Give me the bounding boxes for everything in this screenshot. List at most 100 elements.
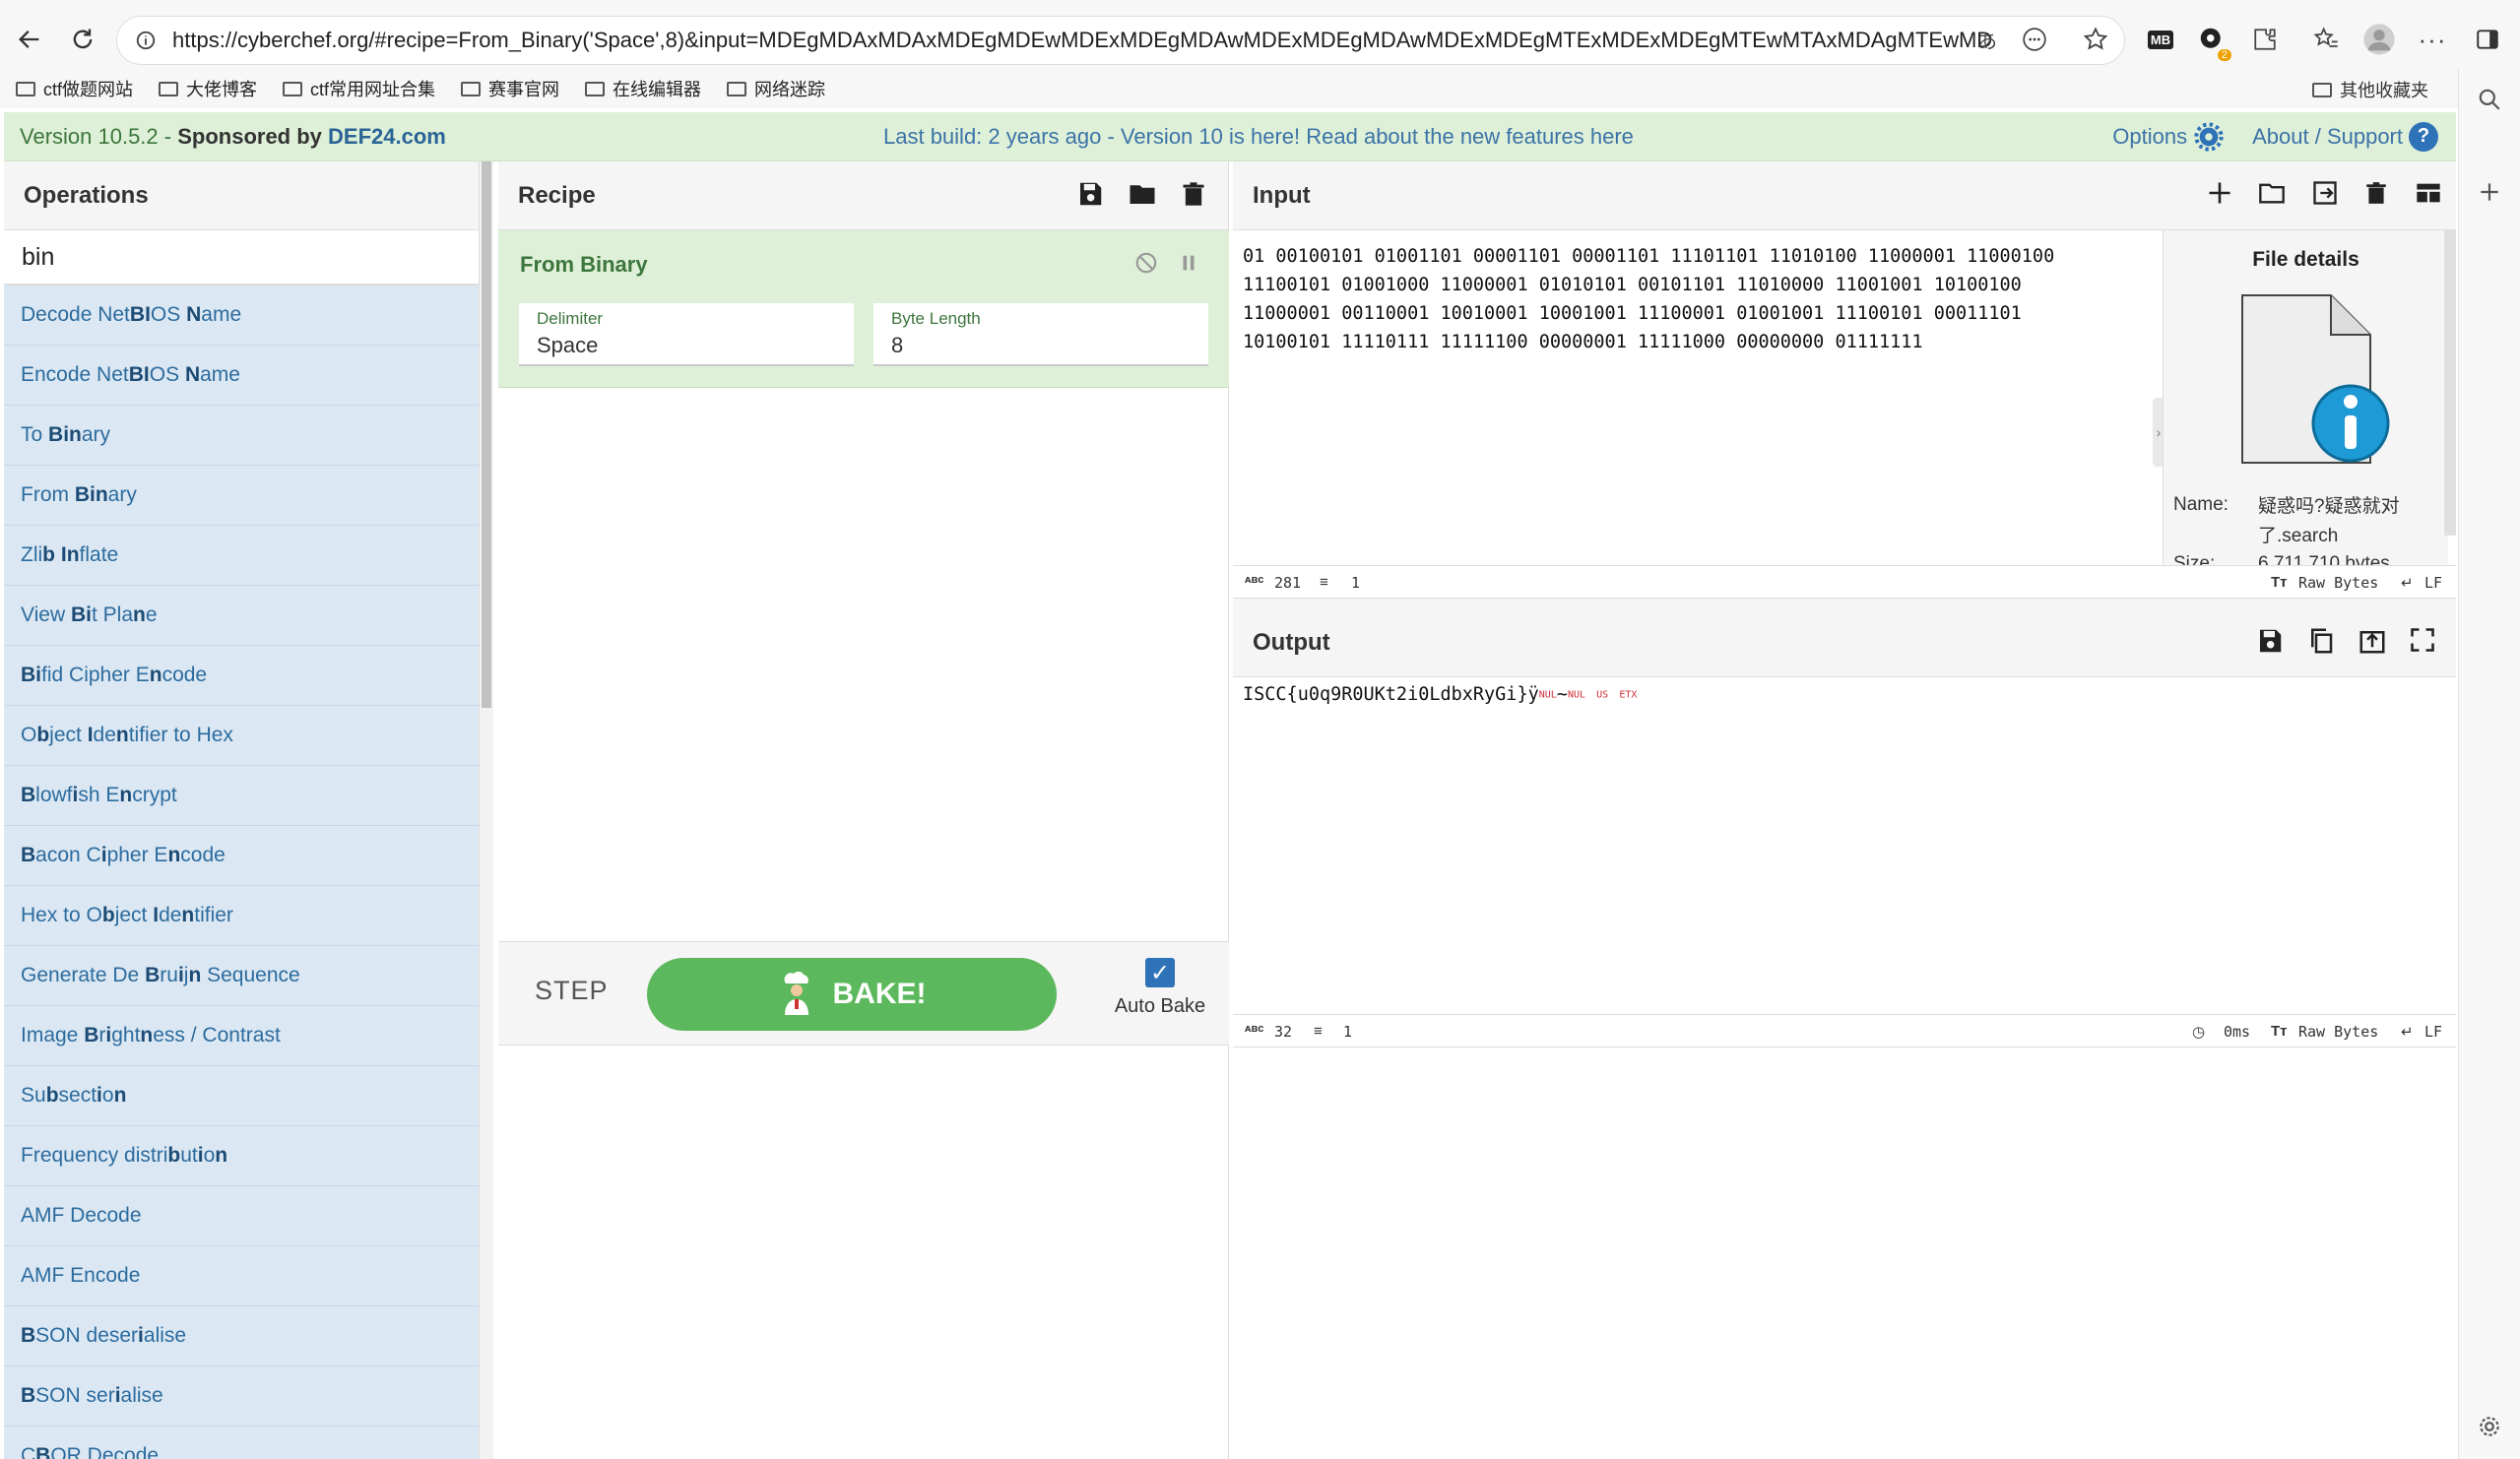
bookmark-folder[interactable]: 在线编辑器 [585,76,701,101]
operation-label: Generate De Bruijn Sequence [21,964,300,986]
bake-button[interactable]: BAKE! [647,958,1057,1031]
byte-length-value[interactable]: 8 [891,333,1191,358]
save-recipe-icon[interactable] [1075,179,1105,214]
operations-scrollbar-thumb[interactable] [482,161,491,708]
operation-item[interactable]: AMF Encode [4,1246,479,1306]
input-encoding[interactable]: Raw Bytes [2298,574,2378,592]
url-text[interactable]: https://cyberchef.org/#recipe=From_Binar… [172,28,1994,53]
file-info-icon [2241,294,2390,464]
back-arrow-icon[interactable] [6,16,53,63]
operation-label: BSON serialise [21,1384,163,1407]
io-divider[interactable] [1233,599,2456,608]
reload-icon[interactable] [59,16,106,63]
favorite-star-icon[interactable] [2078,22,2113,57]
folder-icon [16,81,35,96]
operation-label: Image Brightness / Contrast [21,1024,281,1047]
operation-item[interactable]: Object Identifier to Hex [4,706,479,766]
operation-item[interactable]: Blowfish Encrypt [4,766,479,826]
sidebar-toggle-icon[interactable] [2470,22,2505,57]
clear-recipe-trash-icon[interactable] [1180,179,1207,214]
bookmark-folder[interactable]: 网络迷踪 [727,76,825,101]
operation-label: Bacon Cipher Encode [21,844,226,866]
more-circle-icon[interactable] [2017,22,2052,57]
input-eol[interactable]: LF [2424,574,2442,592]
auto-bake-toggle[interactable]: ✓ Auto Bake [1101,958,1219,1018]
operation-item[interactable]: BSON deserialise [4,1306,479,1366]
operation-item[interactable]: Zlib Inflate [4,526,479,586]
add-tab-icon[interactable] [2206,179,2233,212]
delimiter-value[interactable]: Space [537,333,836,358]
clear-input-trash-icon[interactable] [2363,179,2389,212]
operation-item[interactable]: Subsection [4,1066,479,1126]
address-bar[interactable]: https://cyberchef.org/#recipe=From_Binar… [116,16,2125,65]
operation-item[interactable]: Frequency distribution [4,1126,479,1186]
replace-input-icon[interactable] [2358,626,2387,661]
add-icon[interactable] [2477,179,2502,210]
operation-item[interactable]: Decode NetBIOS Name [4,285,479,346]
operation-item[interactable]: View Bit Plane [4,586,479,646]
open-file-icon[interactable] [2310,179,2340,212]
output-text[interactable]: ISCC{u0q9R0UKt2i0LdbxRyGi}ÿNUL~NUL US ET… [1243,684,1637,705]
operation-item[interactable]: Encode NetBIOS Name [4,346,479,406]
control-char-nul: NUL [1538,689,1557,701]
file-details-scrollbar[interactable] [2444,230,2456,536]
site-info-icon[interactable] [135,30,157,51]
byte-length-field[interactable]: Byte Length 8 [873,303,1208,366]
font-size-icon[interactable]: Tт [2271,1023,2288,1040]
output-encoding[interactable]: Raw Bytes [2298,1023,2378,1041]
extension-mb-icon[interactable]: MB [2143,22,2178,57]
gear-icon [2194,121,2224,152]
save-output-icon[interactable] [2255,626,2285,661]
operation-item[interactable]: Bacon Cipher Encode [4,826,479,886]
reset-layout-icon[interactable] [2413,179,2444,212]
version-text: Version 10.5.2 - [20,123,178,149]
favorites-list-icon[interactable] [2308,22,2344,57]
delimiter-field[interactable]: Delimiter Space [519,303,854,366]
eol-return-icon: ↵ [2401,575,2414,592]
output-eol[interactable]: LF [2424,1023,2442,1041]
operation-item[interactable]: From Binary [4,466,479,526]
font-size-icon[interactable]: Tт [2271,574,2288,591]
auto-bake-checkbox[interactable]: ✓ [1145,958,1175,987]
extensions-puzzle-icon[interactable] [2247,22,2283,57]
step-button[interactable]: STEP [535,976,609,1006]
operation-item[interactable]: CBOR Decode [4,1427,479,1459]
io-pane: Input 01 00100101 01001101 00001101 0000… [1233,161,2456,1459]
operation-item[interactable]: To Binary [4,406,479,466]
operation-item[interactable]: Generate De Bruijn Sequence [4,946,479,1006]
options-button[interactable]: Options [2112,121,2225,153]
operation-item[interactable]: Image Brightness / Contrast [4,1006,479,1066]
folder-icon [159,81,179,96]
other-bookmarks-folder[interactable]: 其他收藏夹 [2312,77,2428,102]
search-icon[interactable] [2477,87,2502,117]
disable-operation-icon[interactable] [1133,250,1159,281]
operations-search-input[interactable]: bin [4,230,479,285]
bookmark-folder[interactable]: ctf做题网站 [16,76,133,101]
input-textarea[interactable]: 01 00100101 01001101 00001101 00001101 1… [1233,230,2159,565]
maximise-output-icon[interactable] [2409,626,2436,661]
extension-badge-icon[interactable]: 2 [2194,22,2231,61]
load-recipe-folder-icon[interactable] [1127,179,1158,214]
operation-item[interactable]: AMF Decode [4,1186,479,1246]
about-support-button[interactable]: About / Support ? [2252,121,2438,152]
output-value: ISCC{u0q9R0UKt2i0LdbxRyGi}ÿ [1243,684,1539,705]
bookmark-folder[interactable]: 赛事官网 [461,76,559,101]
translate-icon[interactable]: あ [1970,22,2005,57]
build-notice-link[interactable]: Last build: 2 years ago - Version 10 is … [883,124,1634,150]
profile-avatar-icon[interactable] [2361,22,2397,57]
pause-breakpoint-icon[interactable] [1178,252,1199,279]
file-details-panel: File details Name: 疑惑吗?疑惑就对了.search Size… [2163,230,2448,565]
bookmark-label: 网络迷踪 [754,80,826,99]
operation-item[interactable]: Bifid Cipher Encode [4,646,479,706]
operation-item[interactable]: Hex to Object Identifier [4,886,479,946]
settings-gear-icon[interactable] [2477,1414,2502,1444]
output-length: 32 [1274,1023,1293,1041]
bookmark-folder[interactable]: 大佬博客 [159,76,257,101]
operation-item[interactable]: BSON serialise [4,1366,479,1427]
bake-label: BAKE! [832,978,927,1010]
bookmark-folder[interactable]: ctf常用网址合集 [283,76,435,101]
sponsor-link[interactable]: DEF24.com [328,124,446,149]
copy-output-icon[interactable] [2306,626,2336,661]
browser-menu-icon[interactable]: ··· [2415,22,2450,57]
open-folder-icon[interactable] [2257,179,2287,212]
